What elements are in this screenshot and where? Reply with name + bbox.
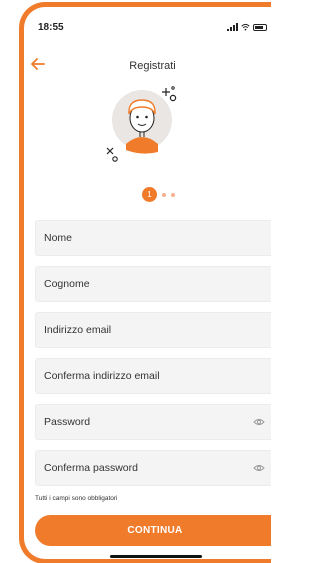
wifi-icon — [241, 23, 250, 31]
registration-form: Nome Cognome Indirizzo email Conferma in… — [35, 220, 271, 496]
email-input[interactable]: Indirizzo email — [35, 312, 271, 348]
continue-button[interactable]: CONTINUA — [35, 515, 271, 546]
signal-icon — [227, 23, 238, 31]
home-indicator — [110, 555, 202, 558]
header: Registrati — [24, 53, 271, 77]
avatar-illustration — [106, 86, 177, 162]
status-icons — [227, 23, 267, 31]
field-placeholder: Password — [44, 416, 91, 428]
field-placeholder: Conferma password — [44, 462, 138, 474]
field-placeholder: Indirizzo email — [44, 324, 112, 336]
eye-icon[interactable] — [253, 417, 265, 427]
status-bar: 18:55 — [24, 7, 271, 41]
page-title: Registrati — [129, 60, 176, 72]
required-fields-hint: Tutti i campi sono obbligatori — [35, 495, 118, 502]
step-indicator: 1 — [142, 187, 175, 202]
confirm-email-input[interactable]: Conferma indirizzo email — [35, 358, 271, 394]
nome-input[interactable]: Nome — [35, 220, 271, 256]
eye-icon[interactable] — [253, 463, 265, 473]
step-1-active: 1 — [142, 187, 157, 202]
step-2-dot — [162, 192, 166, 197]
cognome-input[interactable]: Cognome — [35, 266, 271, 302]
confirm-password-input[interactable]: Conferma password — [35, 450, 271, 486]
field-placeholder: Conferma indirizzo email — [44, 370, 160, 382]
battery-icon — [253, 24, 267, 31]
field-placeholder: Nome — [44, 232, 73, 244]
step-3-dot — [171, 192, 175, 197]
password-input[interactable]: Password — [35, 404, 271, 440]
phone-frame: 18:55 Registrati 1 Nome Cognome Indirizz… — [19, 2, 271, 563]
field-placeholder: Cognome — [44, 278, 90, 290]
status-time: 18:55 — [38, 22, 64, 33]
